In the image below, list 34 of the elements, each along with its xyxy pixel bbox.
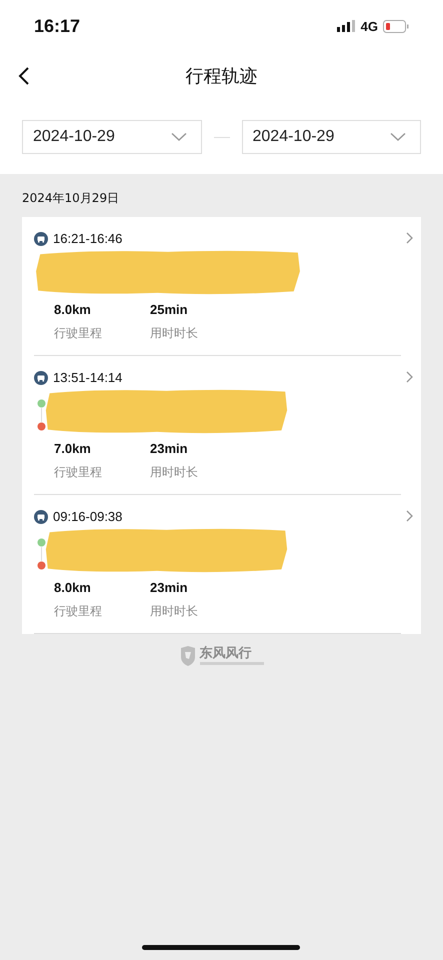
metric-value: 23min	[150, 580, 189, 595]
trip-time: 13:51-14:14	[53, 370, 122, 385]
battery-icon	[383, 20, 409, 32]
back-button[interactable]	[18, 66, 30, 86]
metric-value: 7.0km	[54, 441, 92, 456]
chevron-right-icon[interactable]	[406, 510, 413, 522]
status-time: 16:17	[34, 16, 80, 36]
date-picker[interactable]: 2024-10-29	[22, 120, 202, 154]
car-icon	[34, 232, 48, 246]
chevron-right-icon[interactable]	[406, 232, 413, 244]
brand-name: 东风风行	[200, 647, 252, 661]
trip-time: 16:21-16:46	[53, 231, 122, 246]
metric-label: 用时时长	[150, 325, 199, 342]
chevron-right-icon[interactable]	[406, 371, 413, 383]
page-title: 行程轨迹	[186, 65, 258, 88]
chevron-down-icon	[170, 132, 186, 142]
signal-icon	[336, 20, 356, 32]
metric-label: 行驶里程	[54, 325, 103, 342]
trip-time: 09:16-09:38	[53, 509, 122, 524]
metric-value: 23min	[150, 441, 189, 456]
metric-label: 行驶里程	[54, 464, 103, 481]
date-picker[interactable]: 2024-10-29	[242, 120, 421, 154]
car-icon	[34, 370, 48, 384]
date-heading: 2024年10月29日	[22, 190, 120, 207]
car-icon	[34, 510, 48, 524]
shield-logo-icon	[180, 646, 196, 666]
metric-value: 8.0km	[54, 302, 92, 317]
chevron-down-icon	[390, 132, 406, 142]
metric-label: 用时时长	[150, 603, 199, 620]
metric-label: 用时时长	[150, 464, 199, 481]
network-label: 4G	[360, 18, 378, 34]
metric-label: 行驶里程	[54, 603, 103, 620]
metric-value: 25min	[150, 302, 189, 317]
metric-value: 8.0km	[54, 580, 92, 595]
